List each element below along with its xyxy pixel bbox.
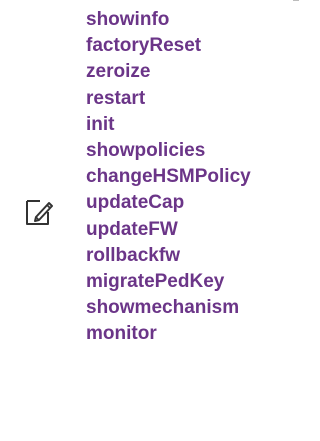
document-page: showinfo factoryReset zeroize restart in…	[0, 0, 317, 441]
command-updatefw[interactable]: updateFW	[86, 217, 251, 243]
command-factoryreset[interactable]: factoryReset	[86, 33, 251, 59]
command-init[interactable]: init	[86, 112, 251, 138]
note-pencil-icon	[24, 197, 54, 227]
page-corner-mark	[293, 0, 299, 3]
command-restart[interactable]: restart	[86, 86, 251, 112]
command-migratepedkey[interactable]: migratePedKey	[86, 269, 251, 295]
command-updatecap[interactable]: updateCap	[86, 190, 251, 216]
command-list: showinfo factoryReset zeroize restart in…	[86, 7, 251, 347]
command-rollbackfw[interactable]: rollbackfw	[86, 243, 251, 269]
command-showpolicies[interactable]: showpolicies	[86, 138, 251, 164]
command-changehsmpolicy[interactable]: changeHSMPolicy	[86, 164, 251, 190]
command-showmechanism[interactable]: showmechanism	[86, 295, 251, 321]
command-showinfo[interactable]: showinfo	[86, 7, 251, 33]
command-monitor[interactable]: monitor	[86, 321, 251, 347]
command-zeroize[interactable]: zeroize	[86, 59, 251, 85]
